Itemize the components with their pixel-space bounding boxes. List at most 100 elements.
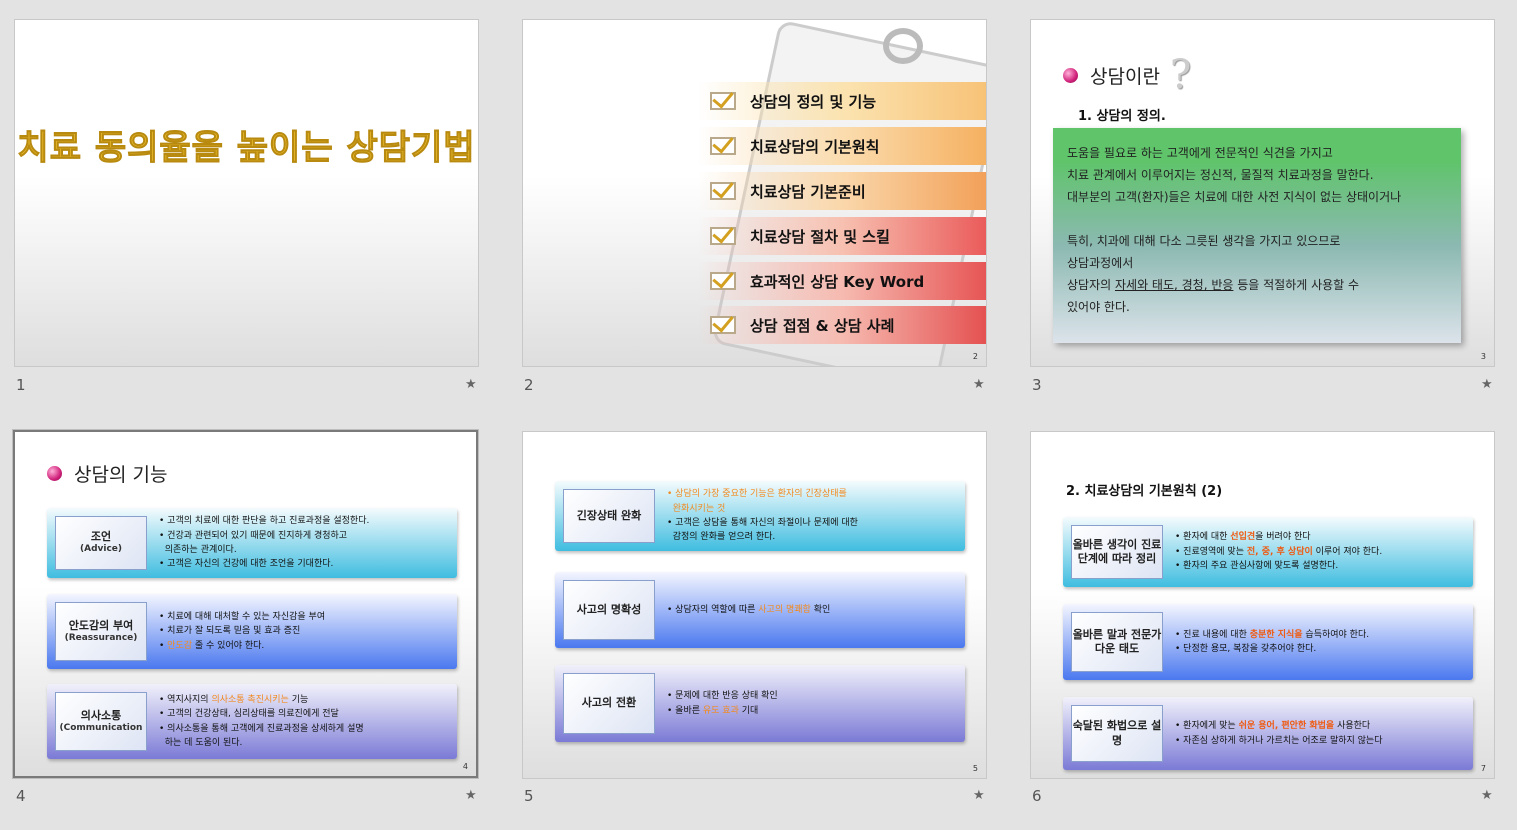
bullet-line: • 단정한 용모, 복장을 갖추어야 한다.	[1175, 642, 1467, 656]
bullet-line: 의존하는 관계이다.	[159, 543, 451, 557]
bullet-line: • 고객은 자신의 건강에 대한 조언을 기대한다.	[159, 557, 451, 571]
text-span: • 진료영역에 맞는	[1175, 546, 1247, 557]
animation-star-icon[interactable]: ★	[973, 377, 985, 392]
question-mark-icon: ?	[1169, 52, 1192, 98]
slide-thumbnail-2[interactable]: 2 상담의 정의 및 기능 치료상담의 기본원칙 치료상담 기본준비 치료상담 절차 …	[522, 19, 987, 367]
bullet-icon	[1063, 67, 1078, 83]
bullet-line: • 고객의 치료에 대한 판단을 하고 진료과정을 설정한다.	[159, 514, 451, 528]
agenda-item: 치료상담 기본준비	[698, 172, 986, 210]
highlight-text: 의사소통 촉진시키는	[211, 694, 289, 705]
highlight-text: 충분한 지식을	[1249, 629, 1303, 640]
text-span: • 문제에 대한 반응 상태 확인	[667, 691, 778, 702]
bullet-line: • 고객은 상담을 통해 자신의 좌절이나 문제에 대한	[667, 516, 959, 530]
bullet-line: 감정의 완화를 얻으려 한다.	[667, 530, 959, 544]
slide-thumbnail-1[interactable]: 치료 동의율을 높이는 상담기법	[14, 19, 479, 367]
text-span: • 환자에 대한	[1175, 532, 1231, 543]
slide-number: 2	[524, 376, 534, 394]
slide-title-row: 상담이란 ?	[1063, 52, 1191, 98]
box-label-text: 긴장상태 완화	[576, 508, 642, 522]
box-label: 올바른 생각이 진료단계에 따라 정리	[1071, 525, 1163, 579]
text-span: 습득하여야 한다.	[1302, 629, 1370, 640]
box-text: • 상담자의 역할에 따른 사고의 명쾌함 확인	[667, 572, 959, 648]
box-label: 숙달된 화법으로 설명	[1071, 705, 1163, 762]
text-line: 특히, 치과에 대해 다소 그릇된 생각을 가지고 있으므로	[1067, 234, 1341, 248]
bullet-line: • 상담자의 역할에 따른 사고의 명쾌함 확인	[667, 603, 959, 617]
box-label: 의사소통 (Communication	[55, 692, 147, 751]
text-line: 대부분의 고객(환자)들은 치료에 대한 사전 지식이 없는 상태이거나	[1067, 190, 1402, 204]
agenda-item: 효과적인 상담 Key Word	[698, 262, 986, 300]
box-label-text: 올바른 말과 전문가다운 태도	[1072, 627, 1162, 655]
highlight-text: 안도감	[167, 640, 193, 651]
text-span: • 고객은 자신의 건강에 대한 조언을 기대한다.	[159, 559, 334, 570]
text-span: 기능	[288, 694, 309, 705]
agenda-item-label: 상담의 정의 및 기능	[750, 92, 877, 111]
text-span: 하는 데 도움이 된다.	[159, 737, 243, 748]
content-box: 올바른 생각이 진료단계에 따라 정리 • 환자에 대한 선입견을 버려야 한다 •…	[1063, 517, 1473, 587]
slide-thumbnail-6[interactable]: 2. 치료상담의 기본원칙 (2) 7 올바른 생각이 진료단계에 따라 정리 •…	[1030, 431, 1495, 779]
bullet-line: • 환자에 대한 선입견을 버려야 한다	[1175, 530, 1467, 544]
bullet-line: • 안도감 줄 수 있어야 한다.	[159, 639, 451, 653]
slide-title-row: 상담의 기능	[47, 460, 167, 487]
text-span: • 고객은 상담을 통해 자신의 좌절이나 문제에 대한	[667, 518, 858, 528]
slide-number: 3	[1032, 376, 1042, 394]
text-span: 사용한다	[1334, 721, 1371, 732]
content-box: 사고의 명확성 • 상담자의 역할에 따른 사고의 명쾌함 확인	[555, 572, 965, 648]
agenda-item-label: 치료상담의 기본원칙	[750, 137, 880, 156]
animation-star-icon[interactable]: ★	[1481, 377, 1493, 392]
slide-title: 치료 동의율을 높이는 상담기법	[17, 128, 476, 169]
box-label: 사고의 전환	[563, 673, 655, 734]
text-span: • 환자에게 맞는	[1175, 721, 1239, 732]
text-span: • 치료에 대해 대처할 수 있는 자신감을 부여	[159, 611, 326, 622]
box-label-text: 의사소통	[80, 708, 122, 722]
box-label-sub: (Reassurance)	[64, 632, 138, 643]
slide-thumbnail-5[interactable]: 5 긴장상태 완화 • 상담의 가장 중요한 기능은 환자의 긴장상태를 완화시키…	[522, 431, 987, 779]
bullet-line: • 환자에게 맞는 쉬운 용어, 편안한 화법을 사용한다	[1175, 719, 1467, 733]
checkbox-check-icon	[710, 182, 736, 200]
text-span: 감정의 완화를 얻으려 한다.	[667, 532, 776, 543]
text-span: • 건강과 관련되어 있기 때문에 진지하게 경청하고	[159, 530, 348, 541]
bullet-line: • 환자의 주요 관심사항에 맞도록 설명한다.	[1175, 559, 1467, 573]
text-span: • 역지사지의	[159, 694, 212, 705]
bullet-line: • 진료 내용에 대한 충분한 지식을 습득하여야 한다.	[1175, 628, 1467, 642]
slide-thumbnail-3[interactable]: 상담이란 ? 1. 상담의 정의. 도움을 필요로 하는 고객에게 전문적인 식…	[1030, 19, 1495, 367]
box-text: • 환자에게 맞는 쉬운 용어, 편안한 화법을 사용한다 • 자존심 상하게 하…	[1175, 697, 1467, 770]
box-label-sub: (Advice)	[79, 544, 123, 555]
page-number: 7	[1480, 764, 1486, 773]
slide-title: 상담의 기능	[74, 464, 168, 486]
text-span: • 의사소통을 통해 고객에게 진료과정을 상세하게 설명	[159, 723, 364, 734]
bullet-icon	[47, 466, 62, 481]
box-text: • 고객의 치료에 대한 판단을 하고 진료과정을 설정한다. • 건강과 관련되…	[159, 508, 451, 578]
subtitle: 1. 상담의 정의.	[1078, 109, 1166, 124]
text-span: • 고객의 건강상태, 심리상태를 의료진에게 전달	[159, 709, 339, 720]
checkbox-check-icon	[710, 227, 736, 245]
slide-thumbnail-4[interactable]: 상담의 기능 4 조언 (Advice) • 고객의 치료에 대한 판단을 하고 진…	[12, 429, 479, 779]
bullet-line: • 의사소통을 통해 고객에게 진료과정을 상세하게 설명	[159, 722, 451, 736]
bullet-line: 하는 데 도움이 된다.	[159, 736, 451, 750]
animation-star-icon[interactable]: ★	[465, 788, 477, 803]
box-text: • 진료 내용에 대한 충분한 지식을 습득하여야 한다. • 단정한 용모, 복…	[1175, 604, 1467, 680]
animation-star-icon[interactable]: ★	[1481, 788, 1493, 803]
animation-star-icon[interactable]: ★	[973, 788, 985, 803]
text-line: 상담자의 자세와 태도, 경청, 반응 등을 적절하게 사용할 수	[1067, 274, 1447, 296]
slide-title: 상담이란	[1090, 65, 1160, 88]
box-text: • 치료에 대해 대처할 수 있는 자신감을 부여 • 치료가 잘 되도록 믿음 …	[159, 594, 451, 669]
text-span: • 단정한 용모, 복장을 갖추어야 한다.	[1175, 644, 1317, 654]
text-span: • 상담자의 역할에 따른	[667, 604, 759, 615]
checkbox-check-icon	[710, 272, 736, 290]
slide-number: 6	[1032, 787, 1042, 805]
highlight-text: • 상담의 가장 중요한 기능은 환자의 긴장상태를	[667, 489, 847, 500]
bullet-line: • 치료에 대해 대처할 수 있는 자신감을 부여	[159, 610, 451, 624]
text-line: 치료 관계에서 이루어지는 정신적, 물질적 치료과정을 말한다.	[1067, 168, 1374, 182]
text-span: 이루어 져야 한다.	[1312, 546, 1383, 557]
box-label-text: 조언	[90, 530, 112, 543]
box-text: • 환자에 대한 선입견을 버려야 한다 • 진료영역에 맞는 전, 중, 후 상…	[1175, 517, 1467, 587]
text-span: • 올바른	[667, 705, 703, 716]
bullet-line: • 문제에 대한 반응 상태 확인	[667, 689, 959, 703]
highlight-text: 선입견	[1230, 532, 1256, 543]
bullet-line: • 고객의 건강상태, 심리상태를 의료진에게 전달	[159, 707, 451, 721]
box-label: 사고의 명확성	[563, 580, 655, 640]
animation-star-icon[interactable]: ★	[465, 377, 477, 392]
text-line: 있어야 한다.	[1067, 300, 1130, 314]
box-label: 조언 (Advice)	[55, 516, 147, 570]
checkbox-check-icon	[710, 137, 736, 155]
